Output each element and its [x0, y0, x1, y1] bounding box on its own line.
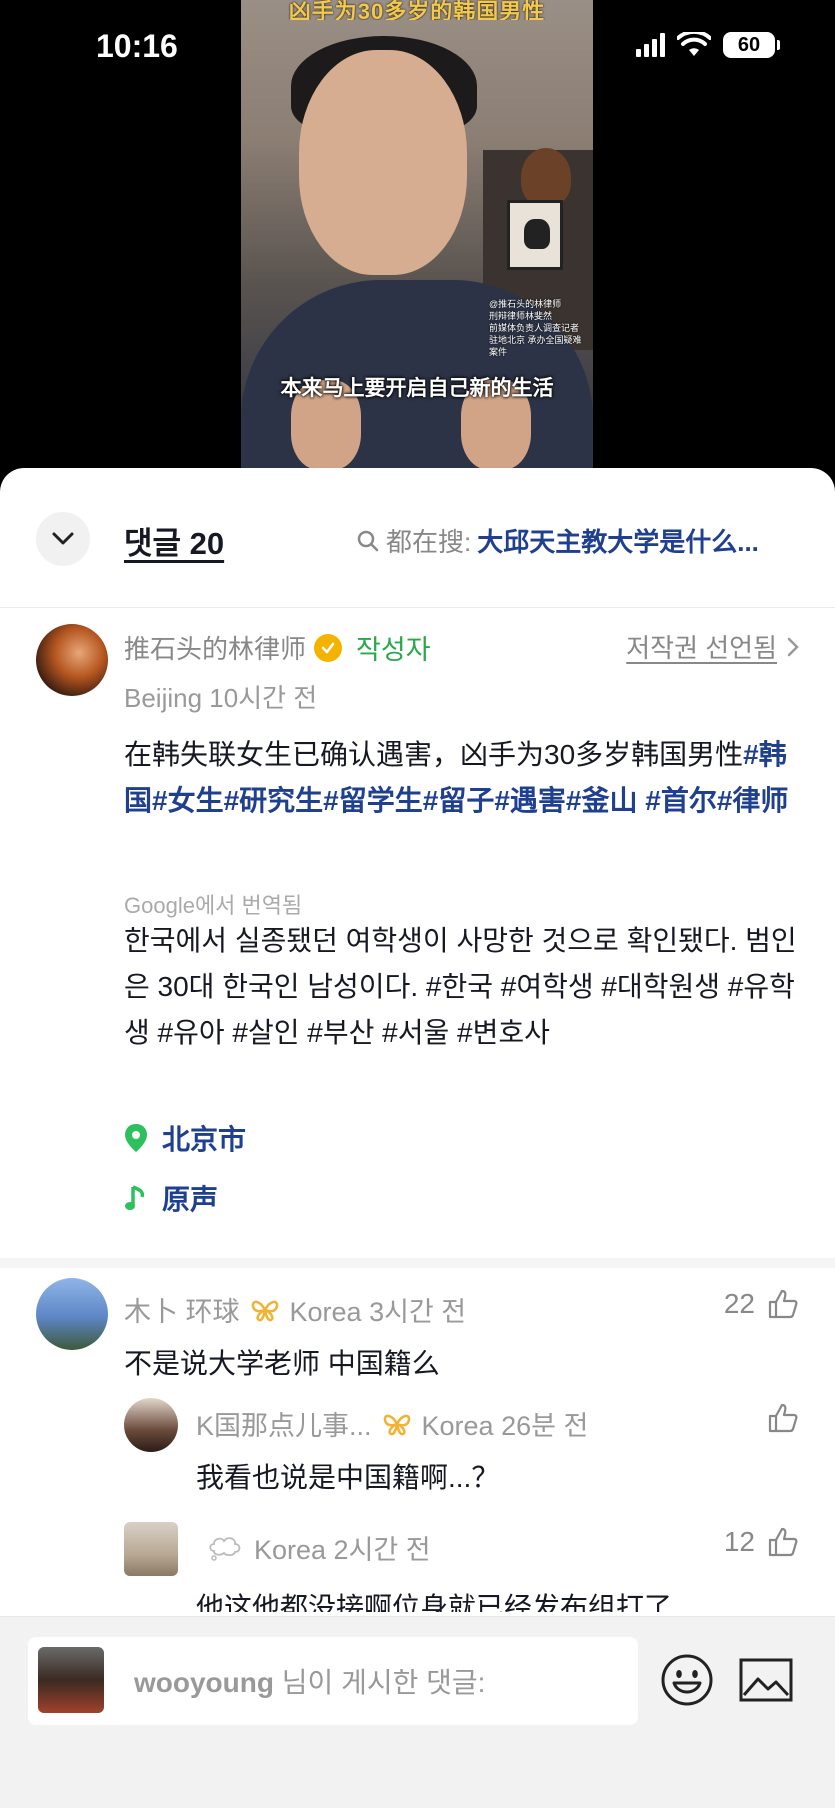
author-avatar[interactable]	[36, 624, 108, 696]
post-text-body: 在韩失联女生已确认遇害，凶手为30多岁韩国男性	[124, 739, 744, 770]
like-button[interactable]: 22	[724, 1288, 799, 1320]
sheet-header: 댓글 20 都在搜: 大邱天主教大学是什么...	[0, 468, 835, 608]
location-link[interactable]: 北京市	[124, 1118, 246, 1158]
video-player[interactable]: 凶手为30多岁的韩国男性 @推石头的林律师 刑辩律师林斐然 前媒体负责人调查记者…	[0, 0, 835, 470]
hashtag-link[interactable]: #釜山	[566, 785, 638, 816]
search-icon	[357, 530, 379, 551]
battery-icon: 60	[723, 32, 780, 58]
video-description-post: 推石头的林律师 작성자 저작권 선언됨 Beijing 10시간 전 在韩失联女…	[0, 608, 835, 1268]
search-query: 大邱天主教大学是什么...	[477, 527, 759, 557]
placeholder-username: wooyoung	[134, 1667, 274, 1698]
video-caption: 本来马上要开启自己新的生活	[280, 377, 554, 400]
image-icon[interactable]	[738, 1657, 794, 1703]
thought-bubble-badge-icon	[209, 1536, 241, 1561]
placeholder-text: 님이 게시한 댓글:	[273, 1667, 486, 1698]
verified-badge-icon	[314, 633, 343, 662]
thumbs-up-icon	[768, 1403, 798, 1433]
watermark-line: 刑辩律师林斐然	[489, 311, 553, 321]
status-time: 10:16	[96, 28, 178, 64]
comment-header: K国那点儿事... Korea 26분 전	[196, 1404, 588, 1443]
video-watermark: @推石头的林律师 刑辩律师林斐然 前媒体负责人调查记者 驻地北京 承办全国疑难案…	[489, 298, 589, 358]
cellular-signal-icon	[636, 33, 665, 57]
hashtag-link[interactable]: #首尔	[645, 785, 717, 816]
copyright-link[interactable]: 저작권 선언됨	[626, 628, 799, 665]
copyright-label: 저작권 선언됨	[626, 633, 777, 663]
like-button[interactable]	[767, 1402, 799, 1434]
chevron-down-icon	[52, 532, 74, 545]
comment-sheet: 댓글 20 都在搜: 大邱天主教大学是什么... 推石头的林律师 작성자 저작권…	[0, 468, 835, 1808]
comment-meta: Korea 2시간 전	[254, 1535, 431, 1565]
chevron-right-icon	[787, 633, 799, 664]
comment-item[interactable]: 木卜 环球 Korea 3시간 전 不是说大学老师 中国籍么 22	[0, 1278, 835, 1388]
like-button[interactable]: 12	[724, 1526, 799, 1558]
hashtag-link[interactable]: #律师	[717, 785, 789, 816]
wifi-icon	[677, 32, 711, 56]
reply-item[interactable]: K国那点儿事... Korea 26분 전 我看也说是中国籍啊...？	[0, 1398, 835, 1508]
comment-input-bar: wooyoung 님이 게시한 댓글:	[0, 1616, 835, 1808]
like-count: 12	[723, 1526, 755, 1557]
post-translation: 한국에서 실종됐던 여학생이 사망한 것으로 확인됐다. 범인은 30대 한국인…	[124, 925, 797, 1048]
comment-header: 木卜 环球 Korea 3시간 전	[124, 1290, 466, 1329]
location-label: 北京市	[162, 1124, 247, 1155]
comment-meta: Korea 3시간 전	[289, 1297, 467, 1327]
hashtag-link[interactable]: #遇害	[494, 785, 566, 816]
video-frame[interactable]: 凶手为30多岁的韩国男性 @推石头的林律师 刑辩律师林斐然 前媒体负责人调查记者…	[241, 0, 593, 470]
collapse-button[interactable]	[36, 512, 90, 566]
hashtag-link[interactable]: #留学生	[323, 785, 423, 816]
thumbs-up-icon	[768, 1289, 798, 1319]
comment-input[interactable]: wooyoung 님이 게시한 댓글:	[28, 1637, 638, 1725]
my-avatar	[38, 1647, 104, 1713]
comment-input-placeholder: wooyoung 님이 게시한 댓글:	[134, 1661, 485, 1701]
watermark-line: @推石头的林律师	[489, 299, 562, 309]
hashtag-link[interactable]: #研究生	[224, 785, 324, 816]
wall-poster-image	[507, 200, 563, 270]
commenter-avatar[interactable]	[124, 1522, 178, 1576]
post-meta: Beijing 10시간 전	[124, 683, 318, 713]
related-search-link[interactable]: 都在搜: 大邱天主教大学是什么...	[356, 522, 759, 559]
author-line[interactable]: 推石头的林律师 작성자	[124, 628, 431, 667]
location-pin-icon	[125, 1124, 147, 1152]
translation-source: Google에서 번역됨	[124, 893, 303, 918]
thumbs-up-icon	[768, 1527, 798, 1557]
comment-meta: Korea 26분 전	[421, 1411, 589, 1441]
like-count: 22	[723, 1288, 755, 1319]
watermark-line: 前媒体负责人调查记者	[489, 323, 580, 333]
comment-text: 不是说大学老师 中国籍么	[124, 1348, 440, 1379]
sound-link[interactable]: 原声	[124, 1178, 218, 1218]
commenter-avatar[interactable]	[124, 1398, 178, 1452]
author-name: 推石头的林律师	[124, 634, 307, 664]
video-top-title: 凶手为30多岁的韩国男性	[288, 0, 546, 20]
music-note-icon	[125, 1185, 145, 1210]
commenter-avatar[interactable]	[36, 1278, 108, 1350]
hashtag-link[interactable]: #女生	[152, 785, 224, 816]
search-prefix: 都在搜:	[386, 527, 472, 557]
commenter-name[interactable]: 木卜 环球	[124, 1290, 240, 1329]
hashtag-link[interactable]: #留子	[423, 785, 495, 816]
butterfly-badge-icon	[251, 1300, 278, 1321]
comment-count-tab[interactable]: 댓글 20	[124, 518, 224, 563]
emoji-icon[interactable]	[660, 1653, 714, 1707]
watermark-line: 驻地北京 承办全国疑难案件	[489, 335, 582, 357]
post-text: 在韩失联女生已确认遇害，凶手为30多岁韩国男性#韩国#女生#研究生#留学生#留子…	[124, 732, 804, 824]
sound-label: 原声	[162, 1184, 219, 1215]
app-screen: 凶手为30多岁的韩国男性 @推石头的林律师 刑辩律师林斐然 前媒体负责人调查记者…	[0, 0, 835, 1808]
teddy-bear-image	[521, 148, 571, 206]
comment-text: 我看也说是中国籍啊...？	[196, 1462, 500, 1493]
status-icons: 60	[636, 32, 780, 58]
presenter-head	[299, 50, 467, 275]
comment-text: 他这他都没接啊位身就已经发布组打了	[196, 1592, 673, 1612]
butterfly-badge-icon	[383, 1414, 410, 1435]
comment-header: Korea 2시간 전	[196, 1528, 431, 1567]
commenter-name[interactable]: K国那点儿事...	[196, 1404, 372, 1443]
reply-item[interactable]: Korea 2시간 전 他这他都没接啊位身就已经发布组打了 12	[0, 1522, 835, 1612]
author-badge: 작성자	[356, 635, 431, 665]
